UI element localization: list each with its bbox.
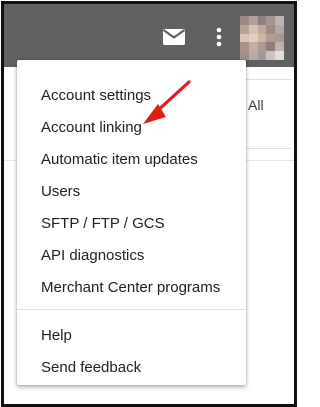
menu-item-sftp-ftp-gcs[interactable]: SFTP / FTP / GCS (17, 208, 246, 240)
more-options-button[interactable] (210, 24, 228, 50)
mail-button[interactable] (161, 26, 187, 48)
filter-all-link[interactable]: All (248, 97, 264, 113)
menu-item-api-diagnostics[interactable]: API diagnostics (17, 240, 246, 272)
menu-item-users[interactable]: Users (17, 176, 246, 208)
menu-item-help[interactable]: Help (17, 320, 246, 352)
menu-divider (17, 309, 246, 310)
menu-item-send-feedback[interactable]: Send feedback (17, 352, 246, 384)
avatar[interactable] (240, 16, 284, 60)
menu-item-merchant-center-programs[interactable]: Merchant Center programs (17, 272, 246, 304)
menu-item-account-linking[interactable]: Account linking (17, 112, 246, 144)
screenshot-frame: All Account settings Account linking Aut… (1, 1, 297, 407)
mail-icon (162, 29, 186, 45)
overflow-menu: Account settings Account linking Automat… (17, 60, 246, 385)
more-vert-icon (216, 27, 222, 47)
menu-item-account-settings[interactable]: Account settings (17, 80, 246, 112)
app-bar (4, 4, 294, 67)
menu-item-automatic-item-updates[interactable]: Automatic item updates (17, 144, 246, 176)
